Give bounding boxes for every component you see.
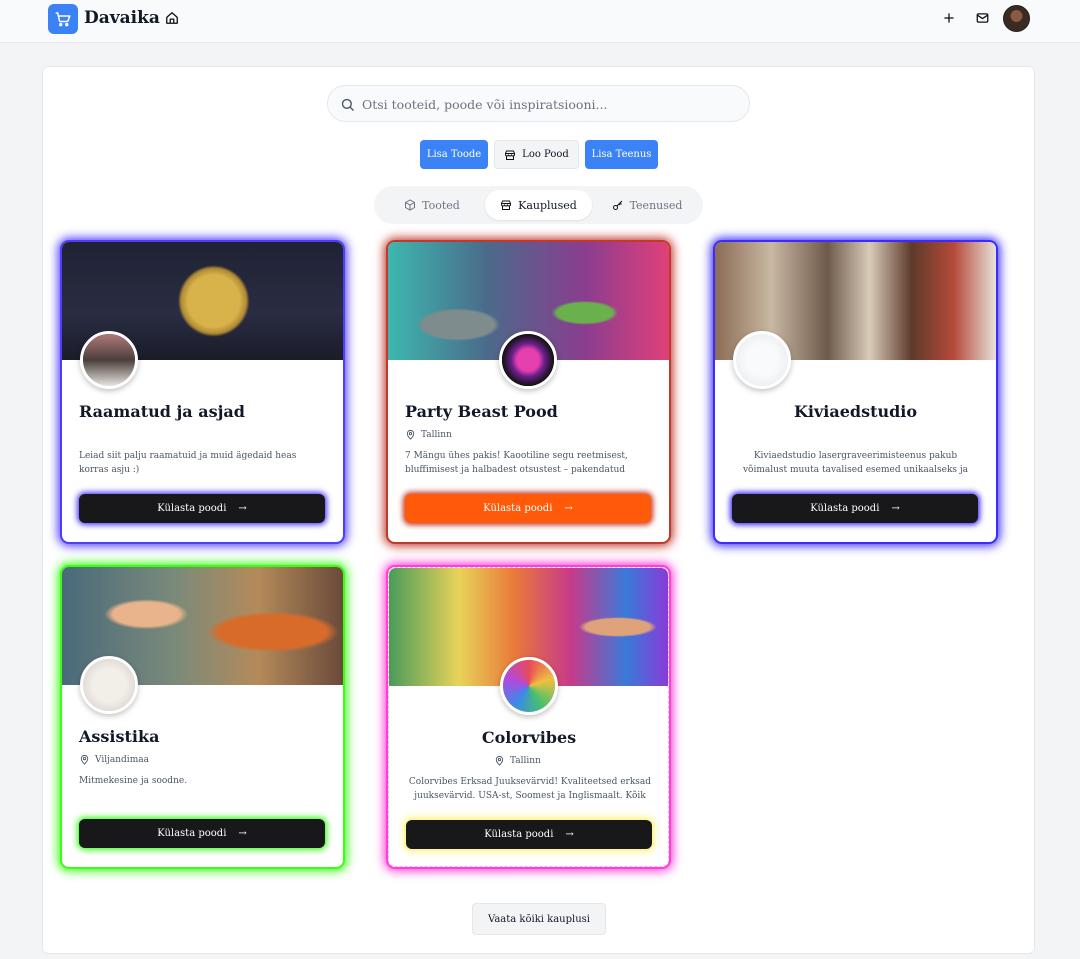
arrow-right-icon: →: [565, 829, 574, 840]
brand-name[interactable]: Davaika: [84, 8, 160, 28]
store-location: Tallinn: [494, 755, 541, 766]
visit-label: Külasta poodi: [157, 503, 227, 514]
arrow-right-icon: →: [564, 503, 573, 514]
arrow-right-icon: →: [238, 828, 247, 839]
home-icon[interactable]: [165, 11, 179, 25]
arrow-right-icon: →: [891, 503, 900, 514]
store-name[interactable]: Raamatud ja asjad: [79, 402, 245, 421]
visit-store-button[interactable]: Külasta poodi →: [406, 820, 652, 849]
add-service-button[interactable]: Lisa Teenus: [585, 140, 658, 169]
tab-label: Teenused: [629, 198, 683, 212]
store-description: Mitmekesine ja soodne.: [79, 776, 188, 786]
visit-label: Külasta poodi: [484, 829, 554, 840]
store-location: Viljandimaa: [79, 754, 149, 765]
store-location-label: Viljandimaa: [95, 754, 149, 765]
store-description: Leiad siit palju raamatuid ja muid ägeda…: [79, 451, 297, 475]
add-product-button[interactable]: Lisa Toode: [420, 140, 488, 169]
box-icon: [405, 199, 416, 211]
mail-icon[interactable]: [975, 11, 990, 25]
tab-label: Kauplused: [518, 198, 577, 212]
map-pin-icon: [406, 429, 415, 440]
see-all-stores-button[interactable]: Vaata kõiki kauplusi: [472, 903, 606, 935]
store-avatar: [500, 657, 558, 715]
store-card[interactable]: Colorvibes Tallinn Colorvibes Erksad Juu…: [388, 567, 669, 867]
store-icon: [501, 200, 512, 210]
map-pin-icon: [495, 755, 504, 766]
top-navbar: Davaika: [0, 0, 1080, 43]
visit-store-button[interactable]: Külasta poodi →: [79, 494, 325, 523]
cart-logo-icon[interactable]: [48, 4, 78, 34]
tab-label: Tooted: [422, 198, 460, 212]
add-product-label: Lisa Toode: [426, 149, 482, 160]
plus-icon[interactable]: [942, 11, 956, 25]
store-card[interactable]: Party Beast Pood Tallinn 7 Mängu ühes pa…: [388, 242, 669, 542]
user-avatar[interactable]: [1003, 5, 1030, 32]
store-avatar: [80, 331, 138, 389]
search-input[interactable]: [362, 92, 732, 116]
visit-store-button[interactable]: Külasta poodi →: [732, 494, 978, 523]
store-name[interactable]: Kiviaedstudio: [715, 402, 996, 421]
store-description: 7 Mängu ühes pakis! Kaootiline segu reet…: [405, 451, 628, 475]
arrow-right-icon: →: [238, 503, 247, 514]
search-bar: [327, 85, 750, 122]
store-location: Tallinn: [405, 429, 452, 440]
map-pin-icon: [80, 754, 89, 765]
store-card[interactable]: Raamatud ja asjad Leiad siit palju raama…: [62, 242, 343, 542]
add-service-label: Lisa Teenus: [591, 149, 652, 160]
create-store-button[interactable]: Loo Pood: [494, 140, 579, 169]
tab-kauplused[interactable]: Kauplused: [485, 190, 592, 220]
store-icon: [505, 150, 516, 160]
store-location-label: Tallinn: [510, 755, 541, 766]
create-store-label: Loo Pood: [522, 149, 569, 160]
visit-store-button[interactable]: Külasta poodi →: [79, 819, 325, 848]
key-icon: [612, 200, 622, 210]
tab-tooted[interactable]: Tooted: [398, 190, 466, 220]
visit-label: Külasta poodi: [810, 503, 880, 514]
store-avatar: [80, 656, 138, 714]
visit-label: Külasta poodi: [483, 503, 553, 514]
store-description: Kiviaedstudio lasergraveerimisteenus pak…: [742, 451, 969, 475]
tab-teenused[interactable]: Teenused: [608, 190, 686, 220]
store-location-label: Tallinn: [421, 429, 452, 440]
store-name[interactable]: Assistika: [79, 727, 159, 746]
category-tabs: Tooted Kauplused Teenused: [374, 186, 703, 224]
store-card[interactable]: Kiviaedstudio Kiviaedstudio lasergraveer…: [715, 242, 996, 542]
store-avatar: [733, 331, 791, 389]
search-icon: [341, 98, 354, 111]
store-card[interactable]: Assistika Viljandimaa Mitmekesine ja soo…: [62, 567, 343, 867]
visit-label: Külasta poodi: [157, 828, 227, 839]
store-description: Colorvibes Erksad Juuksevärvid! Kvalitee…: [408, 777, 652, 801]
store-avatar: [499, 331, 557, 389]
visit-store-button[interactable]: Külasta poodi →: [405, 494, 651, 523]
store-name[interactable]: Colorvibes: [389, 728, 669, 747]
store-name[interactable]: Party Beast Pood: [405, 402, 558, 421]
